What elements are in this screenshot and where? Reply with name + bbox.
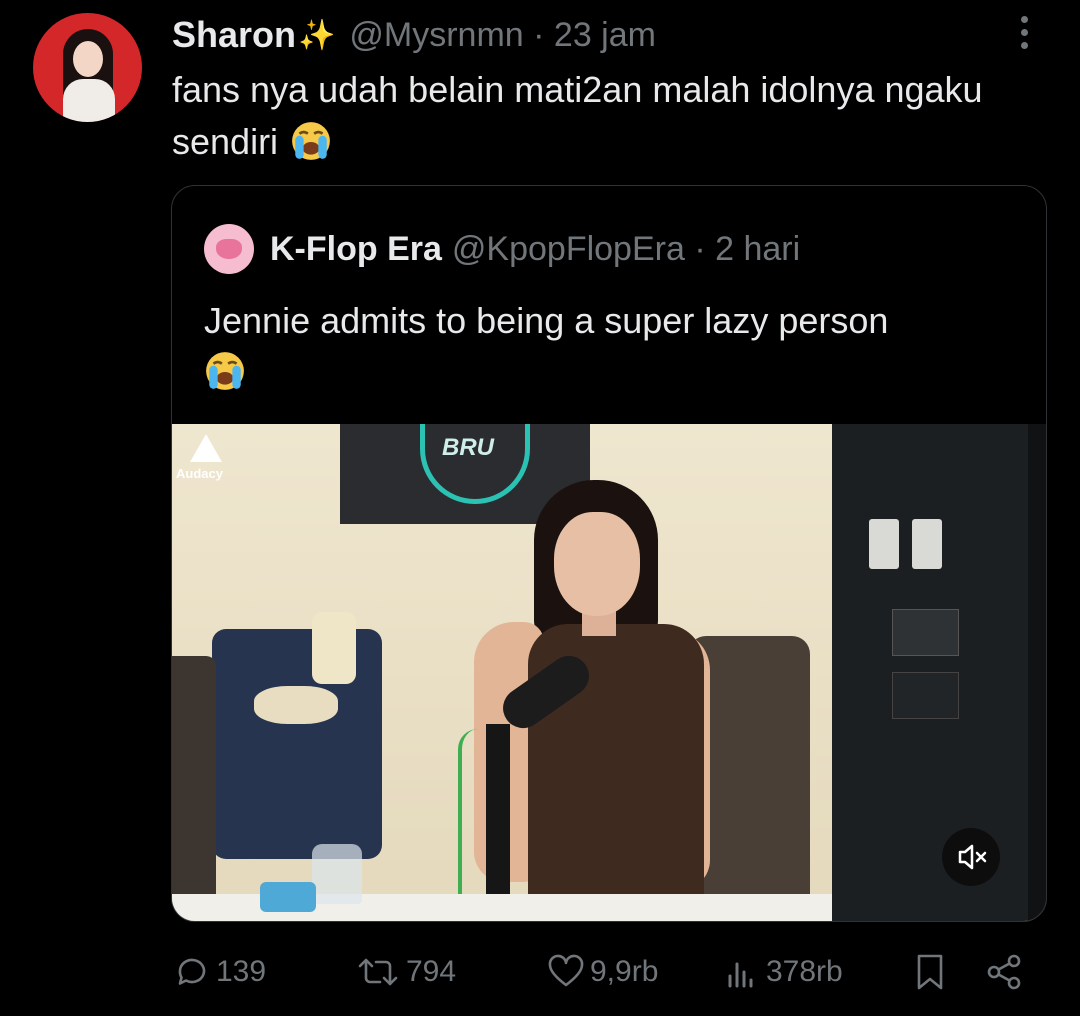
more-options-icon[interactable] [1012,16,1036,56]
speaker-muted-icon [958,844,987,870]
action-bar: 139 794 9,9rb 378rb [0,945,1080,1005]
quoted-handle: @KpopFlopEra [451,229,685,268]
bookmark-button[interactable] [912,945,952,999]
views-count: 378rb [766,955,843,988]
studio-sign-text: BRU [442,434,494,461]
quoted-author-name: K-Flop Era [270,229,442,268]
reply-button[interactable]: 139 [172,945,266,999]
person-face [554,512,640,616]
heart-icon [548,954,584,987]
quoted-tweet[interactable]: K-Flop Era @KpopFlopEra · 2 hari Jennie … [171,185,1047,922]
tweet-time[interactable]: 23 jam [554,16,656,55]
loudly-crying-face-icon [206,352,244,390]
quoted-header: K-Flop Era @KpopFlopEra · 2 hari [204,224,800,274]
bookmark-icon [917,954,943,990]
reply-count: 139 [216,955,267,988]
quoted-time: 2 hari [715,229,801,268]
mic-stand [486,724,510,921]
audacy-logo: Audacy [176,434,236,484]
like-count: 9,9rb [590,955,659,988]
quoted-text: Jennie admits to being a super lazy pers… [204,296,1024,397]
sofa [212,629,382,859]
meta-separator: · [523,15,554,54]
loudly-crying-face-icon [292,122,330,160]
meta-separator: · [684,229,716,268]
bottle [312,844,362,904]
author-handle[interactable]: @Mysrnmn [349,16,523,55]
repost-icon [358,958,398,986]
repost-button[interactable]: 794 [354,945,456,999]
light-switch [912,519,942,569]
mute-button[interactable] [942,828,1000,886]
reply-icon [178,958,206,985]
sparkles-icon: ✨ [298,18,336,52]
quoted-text-content: Jennie admits to being a super lazy pers… [204,300,889,341]
can [260,882,316,912]
repost-count: 794 [406,955,457,988]
share-button[interactable] [984,945,1028,999]
tweet-text: fans nya udah belain mati2an malah idoln… [172,64,1032,168]
wall-panel [892,672,959,719]
audacy-logo-mark [190,434,222,462]
author-avatar[interactable] [33,13,142,122]
audacy-logo-text: Audacy [176,466,223,481]
blanket [254,686,338,724]
share-icon [987,954,1021,990]
studio-door-edge [1028,424,1046,921]
light-switch [869,519,899,569]
views-button[interactable]: 378rb [722,945,843,999]
tweet-header: Sharon ✨ @Mysrnmn · 23 jam [172,12,656,58]
chair-left [172,656,216,921]
avatar-face [73,41,103,77]
quoted-avatar [204,224,254,274]
wall-panel [892,609,959,656]
avatar-body [63,79,115,122]
author-name[interactable]: Sharon [172,14,296,56]
pillow [312,612,356,684]
video-media[interactable]: BRU Audacy [172,424,1046,921]
like-button[interactable]: 9,9rb [546,945,658,999]
views-chart-icon [728,962,753,988]
